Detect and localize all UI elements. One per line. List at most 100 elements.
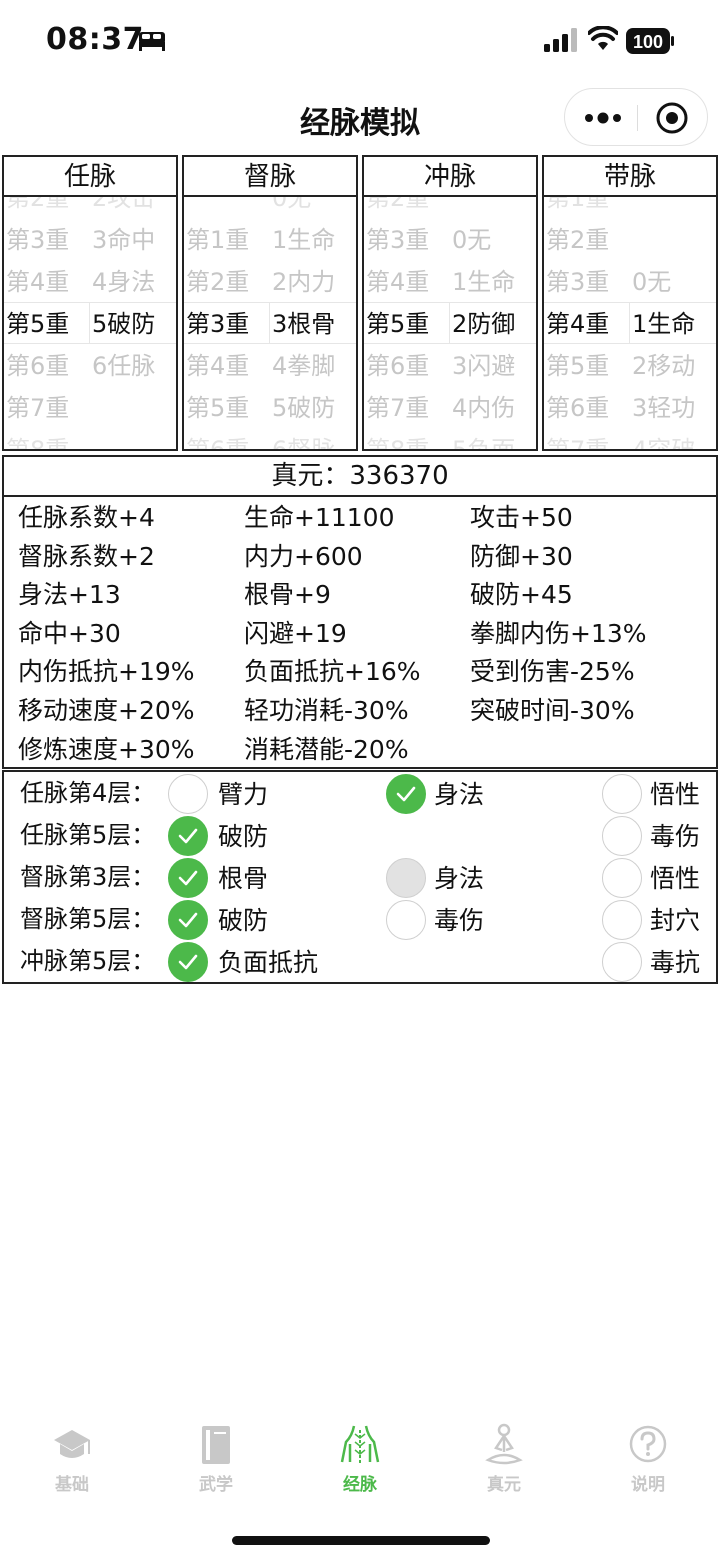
picker-level-item[interactable]: 第3重 (4, 219, 69, 261)
picker-attribute-item[interactable]: 5破防 (90, 303, 155, 345)
picker-daimai[interactable]: 带脉 第1重 第2重 第3重 第4重 第5重 第6重 第7重 0无 1生命 2移动 3轻功 4突破 (542, 155, 718, 451)
option-choice[interactable]: 悟性 (602, 856, 720, 898)
picker-level-item[interactable]: 第6重 (4, 345, 69, 387)
option-choice[interactable]: 破防 (168, 898, 288, 940)
picker-level-item[interactable]: 第6重 (184, 429, 249, 449)
picker-level-item[interactable]: 第5重 (544, 345, 609, 387)
option-choice[interactable]: 负面抵抗 (168, 940, 318, 982)
picker-level-item[interactable]: 第1重 (544, 197, 609, 219)
attribute-column[interactable]: 0无 1生命 2移动 3轻功 4突破 (630, 197, 716, 449)
option-choice[interactable]: 臂力 (168, 772, 288, 814)
tab-basics[interactable]: 基础 (0, 1410, 144, 1500)
picker-level-item[interactable]: 第5重 (4, 303, 69, 345)
picker-level-item[interactable]: 第1重 (184, 219, 249, 261)
picker-level-item[interactable]: 第7重 (544, 429, 609, 449)
option-choice[interactable]: 悟性 (602, 772, 720, 814)
picker-level-item[interactable]: 第8重 (364, 429, 429, 449)
more-icon[interactable] (583, 103, 623, 133)
picker-level-item[interactable]: 第6重 (364, 345, 429, 387)
checked-radio-icon[interactable] (168, 942, 208, 982)
tab-help[interactable]: 说明 (576, 1410, 720, 1500)
checked-radio-icon[interactable] (168, 816, 208, 856)
close-target-icon[interactable] (655, 101, 689, 135)
radio-icon[interactable] (602, 900, 642, 940)
picker-attribute-item[interactable]: 3命中 (90, 219, 155, 261)
option-choice[interactable]: 毒抗 (602, 940, 720, 982)
picker-attribute-item[interactable]: 2内力 (270, 261, 335, 303)
picker-attribute-item[interactable]: 2攻击 (90, 197, 155, 219)
picker-renmai[interactable]: 任脉 第2重 第3重 第4重 第5重 第6重 第7重 第8重 2攻击 3命中 4身法 5破防 6任脉 (2, 155, 178, 451)
level-column[interactable]: 第1重 第2重 第3重 第4重 第5重 第6重 第7重 (544, 197, 630, 449)
option-choice[interactable]: 毒伤 (386, 898, 506, 940)
picker-attribute-item[interactable] (450, 197, 452, 219)
picker-attribute-item[interactable]: 4突破 (630, 429, 695, 449)
picker-attribute-item[interactable]: 6任脉 (90, 345, 155, 387)
picker-attribute-item[interactable]: 0无 (630, 261, 671, 303)
picker-attribute-item[interactable]: 3根骨 (270, 303, 335, 345)
picker-attribute-item[interactable]: 0无 (270, 197, 311, 219)
picker-attribute-item[interactable] (630, 197, 632, 219)
picker-level-item[interactable]: 第6重 (544, 387, 609, 429)
picker-attribute-item[interactable] (90, 387, 92, 429)
picker-level-item[interactable]: 第4重 (4, 261, 69, 303)
picker-attribute-item[interactable]: 0无 (450, 219, 491, 261)
picker-level-item[interactable]: 第3重 (544, 261, 609, 303)
picker-attribute-item[interactable]: 2防御 (450, 303, 515, 345)
radio-icon[interactable] (386, 900, 426, 940)
picker-attribute-item[interactable]: 1生命 (450, 261, 515, 303)
radio-icon[interactable] (602, 774, 642, 814)
picker-level-item[interactable]: 第4重 (544, 303, 609, 345)
picker-attribute-item[interactable]: 4身法 (90, 261, 155, 303)
picker-attribute-item[interactable] (630, 219, 632, 261)
picker-attribute-item[interactable] (90, 429, 92, 449)
radio-icon[interactable] (602, 858, 642, 898)
attribute-column[interactable]: 0无 1生命 2防御 3闪避 4内伤 5负面 (450, 197, 536, 449)
picker-chongmai[interactable]: 冲脉 第2重 第3重 第4重 第5重 第6重 第7重 第8重 0无 1生命 2防御 3闪避 4内伤 5… (362, 155, 538, 451)
option-choice[interactable]: 身法 (386, 772, 506, 814)
picker-level-item[interactable]: 第7重 (364, 387, 429, 429)
tab-zhenyuan[interactable]: 真元 (432, 1410, 576, 1500)
tab-meridian[interactable]: 经脉 (288, 1410, 432, 1500)
attribute-column[interactable]: 2攻击 3命中 4身法 5破防 6任脉 (90, 197, 176, 449)
picker-attribute-item[interactable]: 2移动 (630, 345, 695, 387)
tab-martial[interactable]: 武学 (144, 1410, 288, 1500)
picker-level-item[interactable]: 第2重 (544, 219, 609, 261)
picker-attribute-item[interactable]: 1生命 (270, 219, 335, 261)
picker-level-item[interactable]: 第8重 (4, 429, 69, 449)
picker-level-item[interactable]: 第2重 (184, 261, 249, 303)
option-choice[interactable]: 根骨 (168, 856, 288, 898)
radio-icon[interactable] (168, 774, 208, 814)
picker-level-item[interactable]: 第3重 (364, 219, 429, 261)
picker-attribute-item[interactable]: 1生命 (630, 303, 695, 345)
picker-attribute-item[interactable]: 3闪避 (450, 345, 515, 387)
picker-attribute-item[interactable]: 4拳脚 (270, 345, 335, 387)
option-choice[interactable]: 毒伤 (602, 814, 720, 856)
picker-level-item[interactable]: 第3重 (184, 303, 249, 345)
picker-level-item[interactable]: 第4重 (364, 261, 429, 303)
level-column[interactable]: 第2重 第3重 第4重 第5重 第6重 第7重 第8重 (364, 197, 450, 449)
picker-level-item[interactable]: 第5重 (364, 303, 429, 345)
radio-icon[interactable] (602, 942, 642, 982)
level-column[interactable]: 第1重 第2重 第3重 第4重 第5重 第6重 (184, 197, 270, 449)
picker-level-item[interactable]: 第2重 (4, 197, 69, 219)
picker-level-item[interactable]: 第5重 (184, 387, 249, 429)
picker-attribute-item[interactable]: 5负面 (450, 429, 515, 449)
picker-attribute-item[interactable]: 4内伤 (450, 387, 515, 429)
picker-level-item[interactable] (184, 197, 186, 219)
attribute-column[interactable]: 0无 1生命 2内力 3根骨 4拳脚 5破防 6督脉 (270, 197, 356, 449)
option-choice[interactable]: 破防 (168, 814, 288, 856)
checked-radio-icon[interactable] (386, 774, 426, 814)
radio-icon[interactable] (602, 816, 642, 856)
picker-dumai[interactable]: 督脉 第1重 第2重 第3重 第4重 第5重 第6重 0无 1生命 2内力 3根骨 4拳脚 5破防 6… (182, 155, 358, 451)
option-choice[interactable]: 身法 (386, 856, 506, 898)
checked-radio-icon[interactable] (168, 858, 208, 898)
picker-attribute-item[interactable]: 5破防 (270, 387, 335, 429)
picker-attribute-item[interactable]: 3轻功 (630, 387, 695, 429)
checked-radio-icon[interactable] (168, 900, 208, 940)
radio-icon[interactable] (386, 858, 426, 898)
level-column[interactable]: 第2重 第3重 第4重 第5重 第6重 第7重 第8重 (4, 197, 90, 449)
picker-level-item[interactable]: 第7重 (4, 387, 69, 429)
option-choice[interactable]: 封穴 (602, 898, 720, 940)
picker-level-item[interactable]: 第4重 (184, 345, 249, 387)
picker-level-item[interactable]: 第2重 (364, 197, 429, 219)
